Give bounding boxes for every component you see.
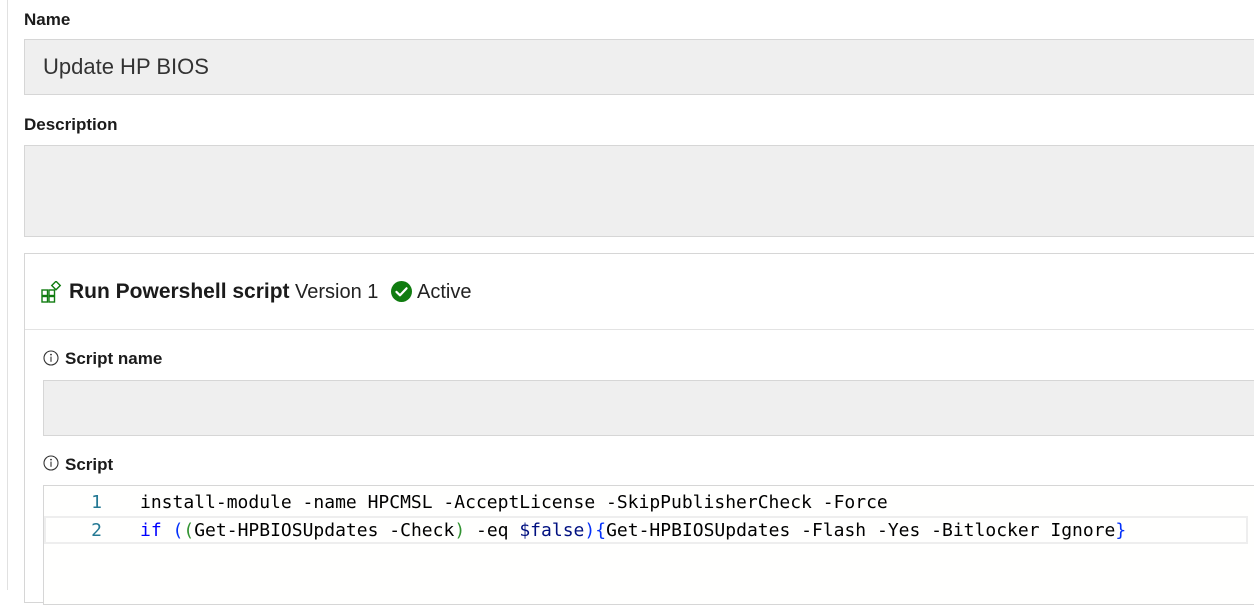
check-circle-icon — [391, 281, 412, 302]
line-number: 2 — [91, 519, 102, 541]
description-label: Description — [24, 115, 118, 134]
info-icon[interactable] — [43, 350, 59, 366]
code-text: install-module -name HPCMSL -AcceptLicen… — [140, 491, 888, 513]
script-label: Script — [65, 455, 114, 474]
add-step-icon — [41, 281, 62, 303]
script-name-label: Script name — [65, 349, 163, 368]
name-field[interactable]: Update HP BIOS — [24, 39, 1254, 95]
info-icon[interactable] — [43, 455, 59, 471]
left-divider — [7, 0, 8, 590]
name-label: Name — [24, 10, 71, 29]
code-line: 1 install-module -name HPCMSL -AcceptLic… — [44, 488, 1248, 516]
step-status: Active — [417, 281, 472, 303]
code-line: 2 if ((Get-HPBIOSUpdates -Check) -eq $fa… — [44, 516, 1248, 544]
step-header[interactable]: Run Powershell script Version 1 Active — [25, 254, 1254, 330]
step-title: Run Powershell script — [69, 280, 290, 303]
name-field-value: Update HP BIOS — [43, 54, 209, 79]
description-field[interactable] — [24, 145, 1254, 237]
script-editor[interactable]: 1 install-module -name HPCMSL -AcceptLic… — [43, 485, 1254, 605]
code-text: if ((Get-HPBIOSUpdates -Check) -eq $fals… — [140, 519, 1127, 541]
line-number: 1 — [91, 491, 102, 513]
step-version: Version 1 — [295, 281, 379, 303]
script-name-field[interactable] — [43, 380, 1254, 436]
